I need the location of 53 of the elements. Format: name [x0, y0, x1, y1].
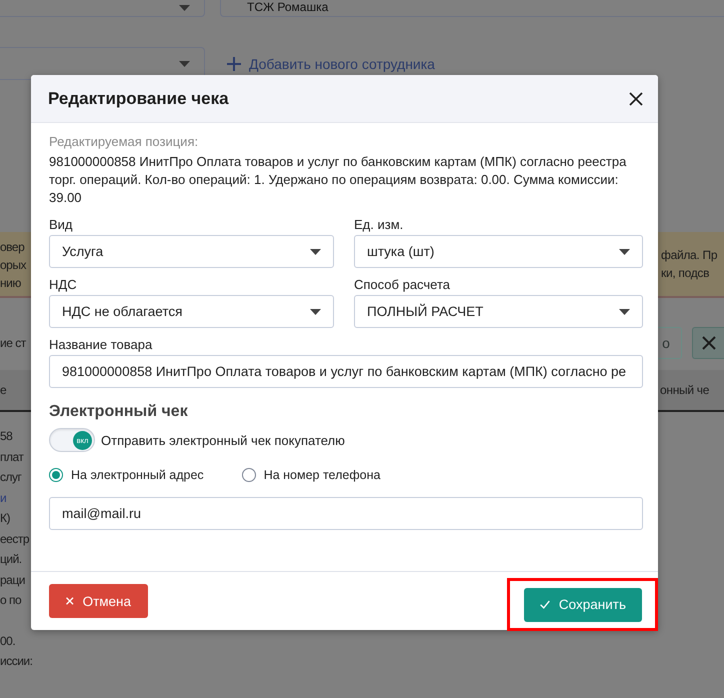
notice-text: нию [0, 275, 21, 292]
table-text: плат [0, 448, 24, 466]
plus-icon [227, 56, 241, 70]
position-description: 981000000858 ИнитПро Оплата товаров и услуг по банковским картам (МПК) согласно реестра торг. операций. Кол-во операций: 1. Удержано по операциям возврата: 0.00. Сумма комиссии: 39.00 [49, 153, 628, 207]
select-field[interactable]: ПОЛНЫЙ РАСЧЕТ [354, 295, 643, 328]
column-header: е [0, 383, 8, 397]
caret-icon [619, 308, 630, 314]
check-icon [540, 598, 550, 611]
table-text: о по [0, 592, 22, 609]
select-field[interactable]: штука (шт) [354, 235, 643, 268]
table-text: еестр [0, 530, 30, 548]
field-label: Вид [49, 217, 74, 232]
input-field[interactable]: 981000000858 ИнитПро Оплата товаров и услуг по банковским картам (МПК) согласно ре [49, 355, 643, 388]
table-text: иссии: [0, 653, 32, 670]
field-label: Название товара [49, 337, 154, 352]
save-button[interactable]: Сохранить [524, 588, 642, 622]
caret-icon [179, 60, 190, 66]
field-label: НДС [49, 277, 78, 292]
notice-text: орых [0, 257, 26, 274]
cancel-button[interactable]: Отмена [49, 584, 148, 618]
select-field[interactable]: НДС не облагается [49, 295, 334, 328]
notice-text: файла. Пр [661, 247, 718, 264]
select-field[interactable]: Услуга [49, 235, 334, 268]
table-text: раци [0, 572, 25, 588]
organization-field[interactable]: ТСЖ Ромашка [220, 0, 724, 17]
radio-label[interactable]: На электронный адрес [71, 468, 204, 482]
position-label: Редактируемая позиция: [49, 134, 200, 149]
section-heading: Электронный чек [49, 403, 189, 421]
notice-text: овер [0, 239, 24, 256]
table-text: К) [0, 510, 10, 527]
field-label: Ед. изм. [354, 217, 404, 232]
table-text: 00. [0, 632, 16, 650]
caret-icon [619, 248, 630, 254]
table-text: 58 [0, 428, 12, 445]
toolbar-text: ие ст [0, 336, 27, 350]
close-icon [702, 336, 716, 350]
clear-button[interactable] [692, 327, 724, 359]
table-text: ций. [0, 551, 22, 568]
select-field[interactable] [0, 0, 205, 17]
radio-button[interactable] [242, 468, 256, 482]
column-header: онный че [660, 383, 710, 397]
caret-icon [310, 248, 321, 254]
email-field[interactable]: mail@mail.ru [49, 497, 643, 530]
caret-icon [310, 308, 321, 314]
notice-text: ки, подсв [661, 265, 710, 282]
close-icon [629, 92, 643, 106]
caret-icon [179, 5, 190, 11]
table-text: слуг [0, 469, 22, 486]
toggle-label: Отправить электронный чек покупателю [101, 432, 345, 448]
dialog-title: Редактирование чека [48, 88, 229, 108]
field-label: Способ расчета [354, 277, 452, 292]
radio-button[interactable] [49, 468, 63, 482]
radio-label[interactable]: На номер телефона [264, 468, 380, 482]
